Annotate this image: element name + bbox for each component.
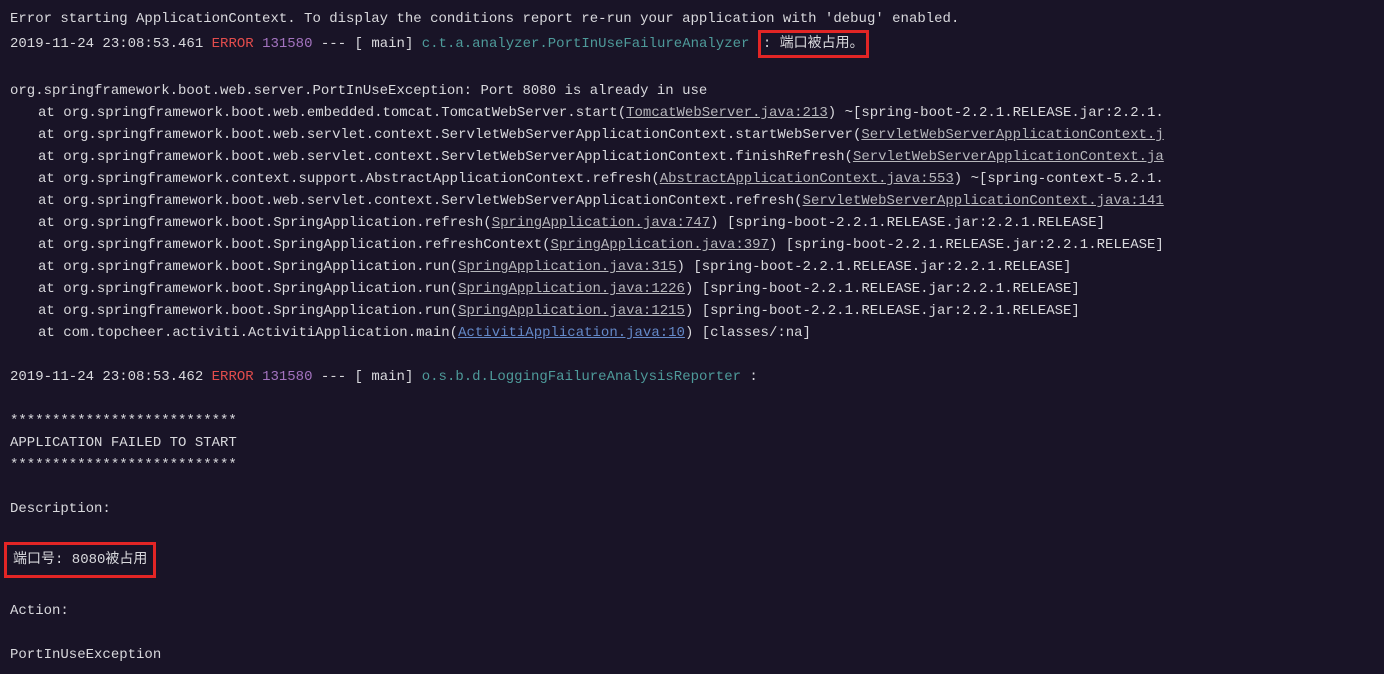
stack-suffix: ) [classes/:na] (685, 325, 811, 341)
highlight-box: 端口号: 8080被占用 (4, 542, 156, 578)
stack-at: at (38, 215, 63, 231)
stack-frame: at (38, 325, 63, 341)
source-link[interactable]: ServletWebServerApplicationContext.j (861, 127, 1163, 143)
stack-frame: at org.springframework.boot.SpringApplic… (10, 212, 1382, 234)
source-link[interactable]: SpringApplication.java:397 (551, 237, 769, 253)
stack-class: org.springframework.boot.SpringApplicati… (63, 281, 458, 297)
log-message: 端口被占用。 (780, 36, 864, 52)
stack-frame: at org.springframework.boot.SpringApplic… (10, 256, 1382, 278)
log-pid: 131580 (262, 369, 312, 385)
stack-frame: at org.springframework.boot.web.servlet.… (10, 146, 1382, 168)
exception-header: org.springframework.boot.web.server.Port… (10, 83, 707, 99)
stack-class: org.springframework.boot.web.servlet.con… (63, 127, 861, 143)
log-dashes: --- (321, 369, 346, 385)
source-link[interactable]: AbstractApplicationContext.java:553 (660, 171, 954, 187)
action-label: Action: (10, 603, 69, 619)
log-level-error: ERROR (212, 36, 254, 52)
log-timestamp: 2019-11-24 23:08:53.461 (10, 36, 203, 52)
log-thread: [ main] (355, 36, 414, 52)
log-level-error: ERROR (212, 369, 254, 385)
banner-stars: *************************** (10, 413, 237, 429)
source-link[interactable]: TomcatWebServer.java:213 (626, 105, 828, 121)
stack-class: org.springframework.boot.SpringApplicati… (63, 259, 458, 275)
source-link[interactable]: ServletWebServerApplicationContext.ja (853, 149, 1164, 165)
stack-frame: at org.springframework.boot.web.servlet.… (10, 124, 1382, 146)
banner-text: APPLICATION FAILED TO START (10, 435, 237, 451)
banner-stars: *************************** (10, 457, 237, 473)
source-link[interactable]: SpringApplication.java:1226 (458, 281, 685, 297)
stack-at: at (38, 259, 63, 275)
highlight-box: : 端口被占用。 (758, 30, 869, 58)
stack-at: at (38, 193, 63, 209)
stack-suffix: ) [spring-boot-2.2.1.RELEASE.jar:2.2.1.R… (685, 281, 1080, 297)
source-link[interactable]: SpringApplication.java:315 (458, 259, 676, 275)
stack-frame: at org.springframework.boot.SpringApplic… (10, 300, 1382, 322)
stack-class: org.springframework.boot.SpringApplicati… (63, 303, 458, 319)
stack-suffix: ) ~[spring-context-5.2.1. (954, 171, 1164, 187)
stack-suffix: ) [spring-boot-2.2.1.RELEASE.jar:2.2.1.R… (769, 237, 1164, 253)
stack-at: at (38, 281, 63, 297)
log-timestamp: 2019-11-24 23:08:53.462 (10, 369, 203, 385)
stack-trace: at org.springframework.boot.web.embedded… (10, 102, 1382, 322)
stack-at: at (38, 149, 63, 165)
log-logger: c.t.a.analyzer.PortInUseFailureAnalyzer (422, 36, 750, 52)
source-link[interactable]: ServletWebServerApplicationContext.java:… (803, 193, 1164, 209)
stack-frame: at org.springframework.boot.SpringApplic… (10, 234, 1382, 256)
stack-suffix: ) [spring-boot-2.2.1.RELEASE.jar:2.2.1.R… (710, 215, 1105, 231)
log-logger: o.s.b.d.LoggingFailureAnalysisReporter (422, 369, 741, 385)
log-dashes: --- (321, 36, 346, 52)
stack-at: at (38, 127, 63, 143)
stack-frame: at org.springframework.boot.web.servlet.… (10, 190, 1382, 212)
log-pid: 131580 (262, 36, 312, 52)
stack-class: org.springframework.boot.web.servlet.con… (63, 149, 853, 165)
stack-class: com.topcheer.activiti.ActivitiApplicatio… (63, 325, 458, 341)
stack-suffix: ) ~[spring-boot-2.2.1.RELEASE.jar:2.2.1. (828, 105, 1164, 121)
stack-at: at (38, 303, 63, 319)
source-link[interactable]: SpringApplication.java:1215 (458, 303, 685, 319)
port-occupied-text: 端口号: 8080被占用 (13, 552, 147, 568)
description-label: Description: (10, 501, 111, 517)
stack-at: at (38, 105, 63, 121)
port-exception-text: PortInUseException (10, 647, 161, 663)
stack-class: org.springframework.boot.SpringApplicati… (63, 215, 491, 231)
source-link[interactable]: SpringApplication.java:747 (492, 215, 710, 231)
stack-class: org.springframework.context.support.Abst… (63, 171, 660, 187)
log-thread: [ main] (355, 369, 414, 385)
stack-suffix: ) [spring-boot-2.2.1.RELEASE.jar:2.2.1.R… (685, 303, 1080, 319)
stack-class: org.springframework.boot.SpringApplicati… (63, 237, 550, 253)
stack-frame: at org.springframework.boot.SpringApplic… (10, 278, 1382, 300)
stack-class: org.springframework.boot.web.servlet.con… (63, 193, 802, 209)
stack-frame: at org.springframework.context.support.A… (10, 168, 1382, 190)
stack-class: org.springframework.boot.web.embedded.to… (63, 105, 626, 121)
console-text: Error starting ApplicationContext. To di… (10, 11, 959, 27)
source-link[interactable]: ActivitiApplication.java:10 (458, 325, 685, 341)
stack-at: at (38, 237, 63, 253)
stack-at: at (38, 171, 63, 187)
log-sep: : (749, 369, 757, 385)
stack-suffix: ) [spring-boot-2.2.1.RELEASE.jar:2.2.1.R… (677, 259, 1072, 275)
stack-frame: at org.springframework.boot.web.embedded… (10, 102, 1382, 124)
